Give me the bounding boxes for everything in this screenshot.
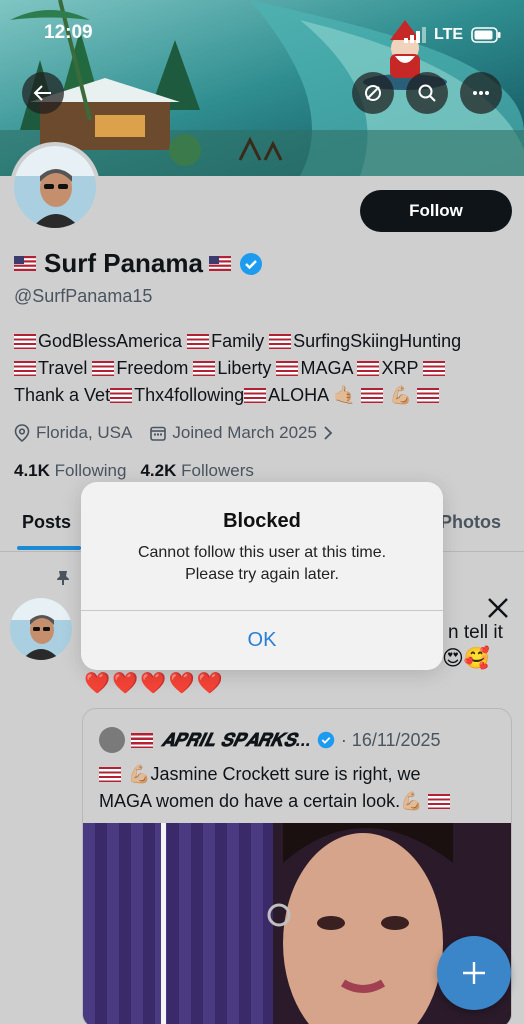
- avatar-photo: [14, 146, 96, 228]
- shaka-emoji-icon: 🤙🏼: [333, 385, 356, 405]
- quoted-author-name: 𝑨𝑷𝑹𝑰𝑳 𝑺𝑷𝑨𝑹𝑲𝑺...: [161, 729, 311, 750]
- us-flag-icon: [360, 388, 383, 403]
- us-flag-icon: [276, 361, 299, 376]
- verified-badge-icon: [317, 731, 335, 749]
- ok-button[interactable]: OK: [81, 611, 443, 669]
- follow-button[interactable]: Follow: [360, 190, 512, 232]
- location: Florida, USA: [14, 423, 132, 443]
- tab-photos[interactable]: Photos: [440, 512, 501, 533]
- us-flag-icon: [423, 361, 446, 376]
- pin-icon: [57, 571, 69, 585]
- us-flag-icon: [14, 334, 36, 349]
- signal-icon: [404, 27, 426, 43]
- bell-off-button[interactable]: [352, 72, 394, 114]
- status-indicators: LTE: [404, 26, 501, 44]
- follow-counts: 4.1K Following 4.2K Followers: [14, 461, 254, 481]
- flexed-biceps-emoji-icon: 💪🏼: [389, 385, 413, 405]
- network-label: LTE: [434, 26, 464, 43]
- bio-line-2: Travel Freedom Liberty MAGA XRP: [14, 355, 514, 382]
- quoted-post-text: 💪🏼Jasmine Crockett sure is right, we MAG…: [99, 761, 509, 815]
- avatar[interactable]: [10, 142, 100, 232]
- profile-bio: GodBlessAmerica Family SurfingSkiingHunt…: [14, 328, 514, 409]
- location-pin-icon: [14, 424, 30, 442]
- dialog-title: Blocked: [223, 510, 301, 532]
- us-flag-icon: [357, 361, 380, 376]
- verified-badge-icon[interactable]: [239, 252, 263, 276]
- chevron-right-icon: [324, 426, 333, 440]
- us-flag-icon: [427, 794, 450, 809]
- flexed-biceps-emoji-icon: 💪🏼: [128, 764, 151, 784]
- us-flag-icon: [244, 388, 267, 403]
- us-flag-icon: [187, 334, 210, 349]
- us-flag-icon: [99, 767, 121, 782]
- following-count[interactable]: 4.1K Following: [14, 461, 126, 481]
- post-emojis: 😍🥰: [442, 647, 491, 670]
- bio-line-1: GodBlessAmerica Family SurfingSkiingHunt…: [14, 328, 514, 355]
- us-flag-icon: [269, 334, 292, 349]
- search-icon: [418, 84, 436, 102]
- post-text-fragment: n tell it: [448, 622, 503, 643]
- battery-icon: [471, 27, 501, 43]
- dialog-message: Cannot follow this user at this time. Pl…: [137, 544, 387, 583]
- post-hearts: ❤️❤️❤️❤️❤️: [84, 672, 225, 695]
- us-flag-icon: [92, 361, 115, 376]
- more-icon: [473, 91, 489, 95]
- followers-count[interactable]: 4.2K Followers: [140, 461, 253, 481]
- flexed-biceps-emoji-icon: 💪🏼: [400, 791, 423, 811]
- x-logo-icon: [488, 598, 508, 618]
- us-flag-icon: [131, 732, 153, 748]
- us-flag-icon: [14, 361, 36, 376]
- us-flag-icon: [193, 361, 216, 376]
- us-flag-icon: [417, 388, 440, 403]
- quoted-post-header: 𝑨𝑷𝑹𝑰𝑳 𝑺𝑷𝑨𝑹𝑲𝑺... · 16/11/2025: [99, 727, 441, 753]
- calendar-icon: [150, 426, 167, 441]
- ban-icon: [365, 85, 381, 101]
- back-button[interactable]: [22, 72, 64, 114]
- us-flag-icon: [14, 256, 36, 271]
- profile-meta: Florida, USA Joined March 2025: [14, 423, 333, 443]
- active-tab-indicator: [17, 546, 81, 550]
- profile-name-row: Surf Panama: [14, 248, 263, 279]
- compose-fab[interactable]: [437, 936, 511, 1010]
- profile-handle: @SurfPanama15: [14, 286, 153, 306]
- quoted-author-avatar: [99, 727, 125, 753]
- status-time: 12:09: [44, 22, 93, 43]
- plus-icon: [463, 962, 485, 984]
- search-button[interactable]: [406, 72, 448, 114]
- avatar-photo: [10, 598, 72, 660]
- more-button[interactable]: [460, 72, 502, 114]
- joined-date[interactable]: Joined March 2025: [150, 423, 333, 443]
- bio-line-3: Thank a Vet Thx4following ALOHA 🤙🏼 💪🏼: [14, 382, 514, 409]
- tab-posts[interactable]: Posts: [22, 512, 71, 533]
- us-flag-icon: [110, 388, 133, 403]
- post-avatar[interactable]: [10, 598, 72, 660]
- blocked-alert-dialog: Blocked Cannot follow this user at this …: [81, 482, 443, 670]
- back-arrow-icon: [33, 85, 51, 101]
- us-flag-icon: [208, 256, 231, 271]
- quoted-date: · 16/11/2025: [340, 729, 441, 750]
- profile-name: Surf Panama: [44, 248, 203, 278]
